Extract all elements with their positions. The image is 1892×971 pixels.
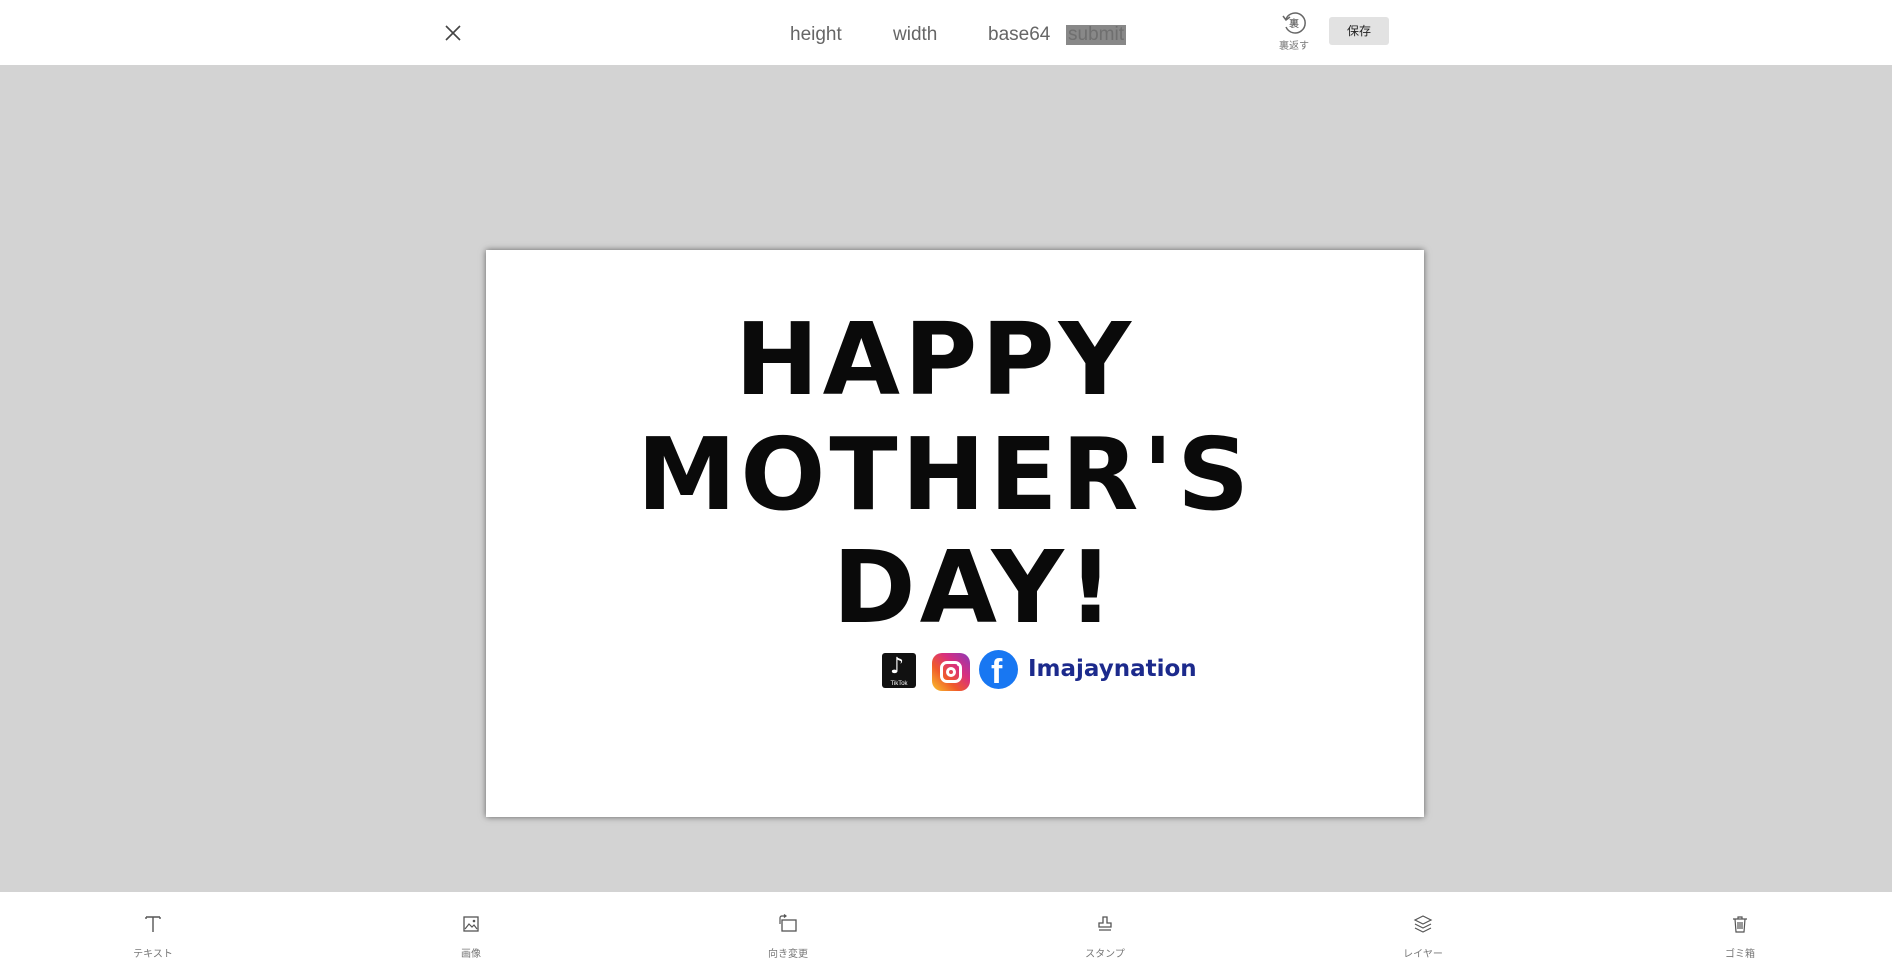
layers-icon bbox=[1413, 915, 1433, 933]
save-button[interactable]: 保存 bbox=[1329, 17, 1389, 45]
tiktok-label: TikTok bbox=[890, 681, 908, 687]
image-icon bbox=[463, 916, 479, 932]
trash-icon bbox=[1733, 916, 1747, 933]
stamp-tool-label: スタンプ bbox=[1085, 949, 1125, 960]
close-button[interactable] bbox=[441, 21, 465, 45]
rotate-tool-button[interactable]: 向き変更 bbox=[748, 892, 828, 971]
instagram-icon bbox=[932, 653, 970, 691]
rotate-orientation-icon bbox=[779, 914, 797, 932]
image-tool-label: 画像 bbox=[461, 949, 481, 960]
stamp-tool-button[interactable]: スタンプ bbox=[1065, 892, 1145, 971]
headline-line-1[interactable]: HAPPY bbox=[466, 310, 1404, 410]
image-tool-button[interactable]: 画像 bbox=[431, 892, 511, 971]
rotate-tool-label: 向き変更 bbox=[768, 949, 808, 960]
top-toolbar: height width base64 submit 裏 裏返す 保存 bbox=[0, 0, 1892, 65]
bottom-toolbar: テキスト 画像 向き変更 スタンプ レイヤー ゴミ箱 bbox=[0, 892, 1892, 971]
trash-tool-button[interactable]: ゴミ箱 bbox=[1700, 892, 1780, 971]
base64-field[interactable]: base64 bbox=[988, 24, 1050, 46]
close-icon bbox=[445, 25, 461, 41]
layer-tool-button[interactable]: レイヤー bbox=[1383, 892, 1463, 971]
text-tool-button[interactable]: テキスト bbox=[113, 892, 193, 971]
headline-line-2[interactable]: MOTHER'S bbox=[476, 425, 1414, 525]
headline-line-3[interactable]: DAY! bbox=[506, 538, 1444, 638]
stamp-icon bbox=[1098, 916, 1112, 931]
trash-tool-label: ゴミ箱 bbox=[1725, 949, 1755, 960]
text-tool-label: テキスト bbox=[133, 949, 173, 960]
social-handle: Imajaynation bbox=[1028, 656, 1197, 682]
width-field[interactable]: width bbox=[893, 24, 937, 46]
submit-button[interactable]: submit bbox=[1066, 25, 1126, 45]
flip-icon-glyph: 裏 bbox=[1289, 17, 1299, 30]
facebook-icon: f bbox=[979, 650, 1018, 689]
flip-reverse-icon: 裏 bbox=[1282, 12, 1306, 34]
design-canvas[interactable]: HAPPY MOTHER'S DAY! ♪ TikTok f Imajaynat… bbox=[486, 250, 1424, 817]
flip-label: 裏返す bbox=[1279, 41, 1309, 52]
layer-tool-label: レイヤー bbox=[1403, 949, 1443, 960]
text-icon bbox=[145, 916, 161, 932]
flip-button[interactable]: 裏 裏返す bbox=[1272, 10, 1316, 56]
tiktok-icon: ♪ TikTok bbox=[882, 653, 916, 688]
height-field[interactable]: height bbox=[790, 24, 842, 46]
